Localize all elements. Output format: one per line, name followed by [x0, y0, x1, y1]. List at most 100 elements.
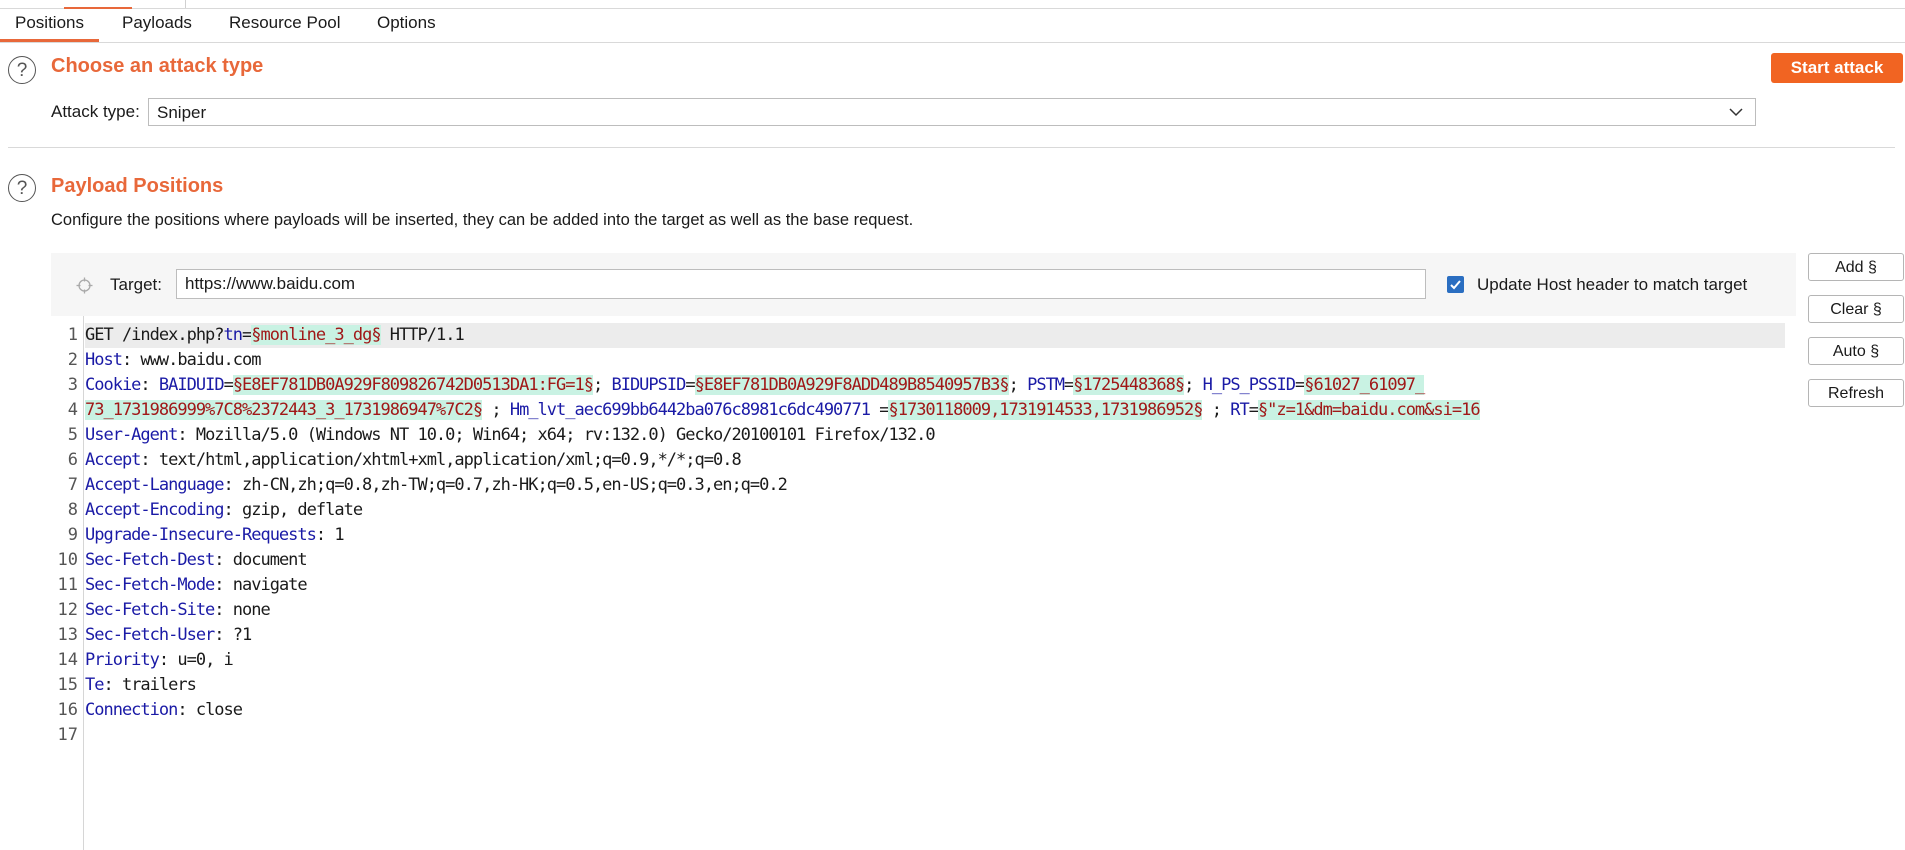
request-text: HTTP/1.1	[380, 325, 465, 345]
payload-marker: §61027_61097_	[1304, 375, 1425, 395]
request-text: : navigate	[214, 575, 307, 595]
header-name: Accept-Encoding	[85, 500, 225, 520]
request-line[interactable]: Priority: u=0, i	[85, 648, 234, 673]
help-icon[interactable]: ?	[8, 56, 36, 84]
header-name: Host	[85, 350, 123, 370]
header-name: Accept-Language	[85, 475, 225, 495]
header-name: Hm_lvt_aec699bb6442ba076c8981c6dc490771	[509, 400, 871, 420]
request-text: =	[1064, 375, 1074, 395]
line-number: 9	[67, 525, 78, 545]
check-icon	[1450, 280, 1461, 290]
help-icon[interactable]: ?	[8, 174, 36, 202]
request-line[interactable]: Upgrade-Insecure-Requests: 1	[85, 523, 345, 548]
payload-marker: §"z=1&dm=baidu.com&si=16	[1257, 400, 1481, 420]
request-text: : www.baidu.com	[121, 350, 262, 370]
request-text: : Mozilla/5.0 (Windows NT 10.0; Win64; x…	[177, 425, 935, 445]
request-line[interactable]: Te: trailers	[85, 673, 197, 698]
request-line[interactable]: Accept-Encoding: gzip, deflate	[85, 498, 363, 523]
request-line[interactable]: Sec-Fetch-User: ?1	[85, 623, 252, 648]
attack-type-title: Choose an attack type	[51, 55, 264, 77]
payload-marker: §1730118009,1731914533,1731986952§	[888, 400, 1203, 420]
request-line[interactable]: Sec-Fetch-Dest: document	[85, 548, 308, 573]
line-number: 12	[57, 600, 78, 620]
tab-positions[interactable]: Positions	[0, 8, 99, 42]
request-code[interactable]: GET /index.php?tn=§monline_3_dg§ HTTP/1.…	[85, 323, 1785, 850]
target-bar: Target: Update Host header to match targ…	[51, 253, 1796, 316]
clear-marker-button[interactable]: Clear §	[1808, 295, 1904, 323]
payload-marker: §E8EF781DB0A929F809826742D0513DA1:FG=1§	[232, 375, 594, 395]
target-label: Target:	[110, 275, 162, 294]
header-name: Te	[85, 675, 105, 695]
tab-resource-pool[interactable]: Resource Pool	[214, 8, 356, 42]
header-name: Sec-Fetch-Dest	[85, 550, 215, 570]
request-line[interactable]: Cookie: BAIDUID=§E8EF781DB0A929F80982674…	[85, 373, 1425, 398]
line-number: 11	[57, 575, 78, 595]
tab-options[interactable]: Options	[362, 8, 451, 42]
chevron-down-icon	[1729, 108, 1743, 117]
request-text: : zh-CN,zh;q=0.8,zh-TW;q=0.7,zh-HK;q=0.5…	[223, 475, 788, 495]
request-text: : 1	[315, 525, 345, 545]
line-number: 3	[67, 375, 78, 395]
request-text: : text/html,application/xhtml+xml,applic…	[140, 450, 741, 470]
update-host-label[interactable]: Update Host header to match target	[1477, 275, 1747, 295]
header-name: User-Agent	[85, 425, 178, 445]
auto-marker-button[interactable]: Auto §	[1808, 337, 1904, 365]
request-line[interactable]: Host: www.baidu.com	[85, 348, 262, 373]
request-text: : document	[214, 550, 307, 570]
header-name: Sec-Fetch-Site	[85, 600, 215, 620]
header-name: Sec-Fetch-Mode	[85, 575, 215, 595]
line-number: 4	[67, 400, 78, 420]
crosshair-icon	[76, 277, 93, 294]
request-line[interactable]: User-Agent: Mozilla/5.0 (Windows NT 10.0…	[85, 423, 936, 448]
section-divider	[8, 147, 1895, 148]
update-host-checkbox[interactable]	[1447, 276, 1464, 293]
target-input[interactable]	[176, 269, 1426, 299]
payload-positions-title: Payload Positions	[51, 175, 224, 197]
attack-type-label: Attack type:	[51, 102, 140, 121]
refresh-button[interactable]: Refresh	[1808, 379, 1904, 407]
request-text: : ?1	[214, 625, 252, 645]
header-name: Accept	[85, 450, 141, 470]
request-text: =	[685, 375, 695, 395]
request-line[interactable]: Sec-Fetch-Site: none	[85, 598, 271, 623]
top-tab-separator	[185, 0, 186, 8]
request-line[interactable]: Sec-Fetch-Mode: navigate	[85, 573, 308, 598]
attack-type-select[interactable]: Sniper	[148, 98, 1756, 126]
payload-marker: §1725448368§	[1073, 375, 1185, 395]
request-text: =	[1248, 400, 1259, 420]
header-name: tn	[223, 325, 244, 345]
header-name: Cookie	[85, 375, 141, 395]
request-line[interactable]: Accept: text/html,application/xhtml+xml,…	[85, 448, 742, 473]
header-name: H_PS_PSSID	[1202, 375, 1296, 395]
request-text: :	[140, 375, 159, 395]
line-number: 1	[67, 325, 78, 345]
add-marker-button[interactable]: Add §	[1808, 253, 1904, 281]
payload-marker: §monline_3_dg§	[251, 325, 382, 345]
request-line[interactable]: 73_1731986999%7C8%2372443_3_1731986947%7…	[85, 398, 1481, 423]
start-attack-button[interactable]: Start attack	[1771, 53, 1903, 83]
line-number: 2	[67, 350, 78, 370]
tab-payloads[interactable]: Payloads	[107, 8, 207, 42]
request-editor: Target: Update Host header to match targ…	[51, 253, 1796, 850]
request-line[interactable]: GET /index.php?tn=§monline_3_dg§ HTTP/1.…	[85, 323, 1785, 348]
line-number: 17	[57, 725, 78, 745]
line-number: 7	[67, 475, 78, 495]
request-text: =	[223, 375, 234, 395]
request-line[interactable]: Accept-Language: zh-CN,zh;q=0.8,zh-TW;q=…	[85, 473, 788, 498]
line-number: 16	[57, 700, 78, 720]
request-text: =	[1294, 375, 1305, 395]
line-number-gutter: 1 2 3 4 5 6 7 8 9 10 11 12 13 14 15 16 17	[51, 316, 84, 850]
payload-marker: 73_1731986999%7C8%2372443_3_1731986947%7…	[85, 400, 483, 420]
header-name: Upgrade-Insecure-Requests	[85, 525, 317, 545]
payload-positions-description: Configure the positions where payloads w…	[51, 211, 914, 229]
request-text: ;	[482, 400, 510, 420]
line-number: 14	[57, 650, 78, 670]
request-text: ;	[592, 375, 612, 395]
payload-marker: §E8EF781DB0A929F8ADD489B8540957B3§	[694, 375, 1010, 395]
attack-type-value: Sniper	[157, 103, 207, 122]
request-line[interactable]: Connection: close	[85, 698, 243, 723]
request-text: =	[870, 400, 889, 420]
request-text: ;	[1184, 375, 1203, 395]
header-name: RT	[1230, 400, 1250, 420]
header-name: BIDUPSID	[611, 375, 686, 395]
